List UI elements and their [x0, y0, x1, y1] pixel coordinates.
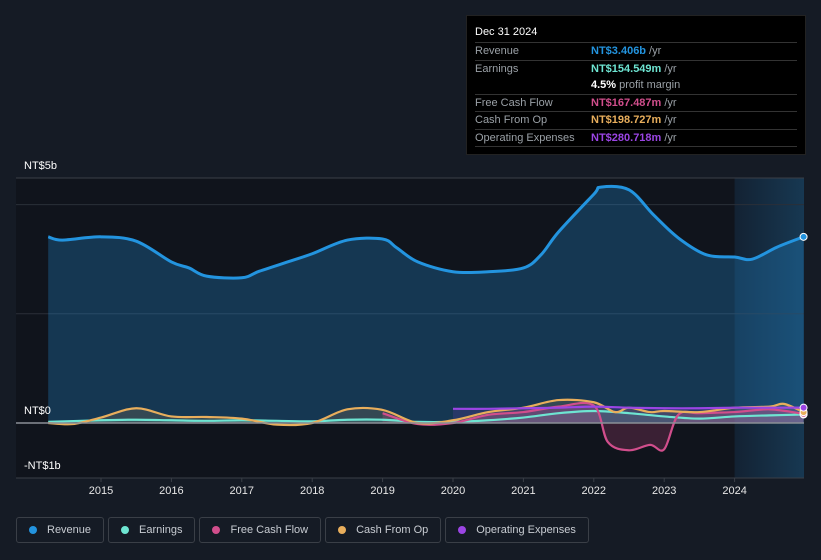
- x-tick-2015: 2015: [89, 485, 113, 497]
- tooltip-unit: /yr: [649, 45, 662, 58]
- tooltip-row-cfo: Cash From Op NT$198.727m /yr: [475, 112, 797, 130]
- legend-item-earnings[interactable]: Earnings: [108, 517, 196, 543]
- tooltip-value: NT$198.727m: [591, 114, 662, 127]
- legend-item-free-cash-flow[interactable]: Free Cash Flow: [199, 517, 322, 543]
- tooltip-value: NT$3.406b: [591, 45, 647, 58]
- tooltip-row-earnings: Earnings NT$154.549m /yr: [475, 61, 797, 78]
- tooltip-label: Earnings: [475, 62, 519, 75]
- tooltip-value: NT$280.718m: [591, 131, 662, 144]
- tooltip-value: NT$154.549m: [591, 62, 662, 75]
- legend-dot-icon: [121, 526, 130, 534]
- x-tick-2024: 2024: [722, 485, 746, 497]
- legend-label: Operating Expenses: [476, 524, 576, 536]
- x-tick-2019: 2019: [370, 485, 394, 497]
- tooltip-unit: profit margin: [619, 79, 681, 92]
- x-tick-2016: 2016: [159, 485, 183, 497]
- x-tick-2020: 2020: [441, 485, 465, 497]
- x-tick-2021: 2021: [511, 485, 535, 497]
- legend-label: Revenue: [47, 524, 92, 536]
- tooltip-row-fcf: Free Cash Flow NT$167.487m /yr: [475, 95, 797, 112]
- legend-item-cash-from-op[interactable]: Cash From Op: [325, 517, 442, 543]
- y-label-top: NT$5b: [24, 160, 58, 172]
- tooltip-value: NT$167.487m: [591, 96, 662, 109]
- tooltip-date: Dec 31 2024: [475, 24, 797, 43]
- legend: Revenue Earnings Free Cash Flow Cash Fro…: [16, 517, 589, 543]
- legend-item-operating-expenses[interactable]: Operating Expenses: [445, 517, 589, 543]
- legend-item-revenue[interactable]: Revenue: [16, 517, 105, 543]
- tooltip-label: Cash From Op: [475, 114, 548, 127]
- y-label-zero: NT$0: [24, 405, 51, 417]
- legend-dot-icon: [29, 526, 37, 534]
- tooltip-unit: /yr: [664, 62, 677, 75]
- tooltip-label: Free Cash Flow: [475, 96, 553, 109]
- x-tick-2017: 2017: [230, 485, 254, 497]
- tooltip-label: Revenue: [475, 45, 520, 58]
- tooltip-value: 4.5%: [591, 79, 617, 92]
- tooltip-unit: /yr: [664, 131, 677, 144]
- tooltip-row-profit-margin: 4.5% profit margin: [475, 77, 797, 95]
- legend-label: Cash From Op: [356, 524, 429, 536]
- x-tick-2018: 2018: [300, 485, 324, 497]
- legend-label: Free Cash Flow: [230, 524, 309, 536]
- x-tick-2023: 2023: [652, 485, 676, 497]
- tooltip-row-revenue: Revenue NT$3.406b /yr: [475, 43, 797, 61]
- tooltip-label: Operating Expenses: [475, 131, 575, 144]
- tooltip-unit: /yr: [664, 96, 677, 109]
- tooltip: Dec 31 2024 Revenue NT$3.406b /yr Earnin…: [466, 15, 806, 155]
- endpoint-operating-expenses: [799, 403, 808, 412]
- legend-label: Earnings: [139, 524, 183, 536]
- x-tick-2022: 2022: [582, 485, 606, 497]
- legend-dot-icon: [212, 526, 221, 534]
- endpoint-revenue: [799, 232, 808, 241]
- legend-dot-icon: [458, 526, 467, 534]
- legend-dot-icon: [338, 526, 347, 534]
- y-label-bottom: -NT$1b: [24, 460, 61, 472]
- tooltip-row-opex: Operating Expenses NT$280.718m /yr: [475, 130, 797, 147]
- tooltip-unit: /yr: [664, 114, 677, 127]
